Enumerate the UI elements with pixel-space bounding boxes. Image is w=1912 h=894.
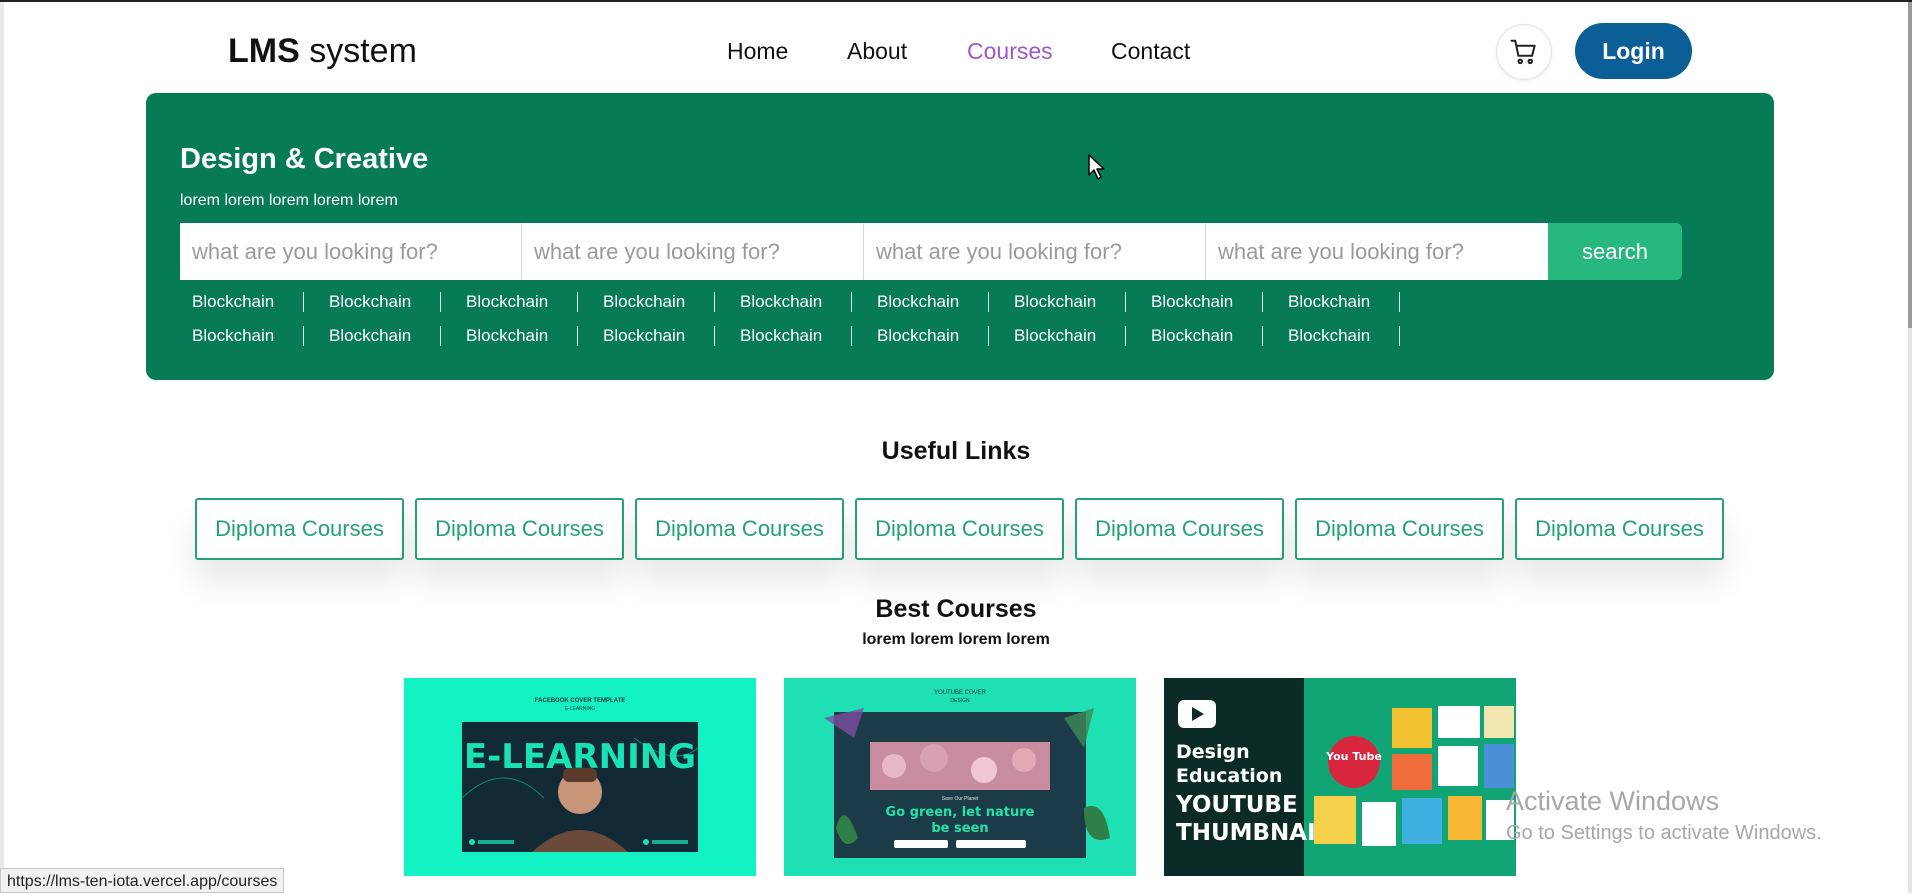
card2-tagline: Save Our Planet xyxy=(942,796,979,802)
nav-courses[interactable]: Courses xyxy=(967,38,1053,65)
diploma-courses-link[interactable]: Diploma Courses xyxy=(1075,498,1284,560)
tag-link[interactable]: Blockchain xyxy=(1002,324,1139,348)
tag-link[interactable]: Blockchain xyxy=(1002,290,1139,314)
tag-link[interactable]: Blockchain xyxy=(317,290,454,314)
card3-line-3: YOUTUBE xyxy=(1175,792,1298,818)
course-thumbnail-elearning: FACEBOOK COVER TEMPLATE E-LEARNING E-LEA… xyxy=(461,698,699,852)
course-thumbnail-youtube: Design Education YOUTUBE THUMBNAIL You T… xyxy=(1164,678,1516,876)
tag-link[interactable]: Blockchain xyxy=(728,324,865,348)
best-courses-title: Best Courses xyxy=(875,595,1037,623)
search-input-4[interactable] xyxy=(1206,223,1548,280)
diploma-courses-link[interactable]: Diploma Courses xyxy=(1515,498,1724,560)
tag-row-1: Blockchain Blockchain Blockchain Blockch… xyxy=(180,290,1413,314)
site-logo[interactable]: LMS system xyxy=(228,32,417,71)
card3-line-2: Education xyxy=(1176,765,1282,787)
activate-windows-subtitle: Go to Settings to activate Windows. xyxy=(1506,822,1822,844)
tag-link[interactable]: Blockchain xyxy=(865,290,1002,314)
tag-link[interactable]: Blockchain xyxy=(454,290,591,314)
tag-link[interactable]: Blockchain xyxy=(591,324,728,348)
nav-contact[interactable]: Contact xyxy=(1111,38,1190,65)
tag-link[interactable]: Blockchain xyxy=(865,324,1002,348)
window-top-border xyxy=(0,0,1912,2)
diploma-courses-link[interactable]: Diploma Courses xyxy=(415,498,624,560)
search-button[interactable]: search xyxy=(1548,223,1682,280)
card2-headline-1: Go green, let nature xyxy=(886,805,1035,820)
cart-icon xyxy=(1510,39,1536,65)
status-url-bar: https://lms-ten-iota.vercel.app/courses xyxy=(0,868,285,893)
diploma-courses-link[interactable]: Diploma Courses xyxy=(635,498,844,560)
activate-windows-title: Activate Windows xyxy=(1506,786,1720,816)
tag-link[interactable]: Blockchain xyxy=(1276,290,1413,314)
card1-small-text-1: FACEBOOK COVER TEMPLATE xyxy=(535,698,626,704)
logo-text: system xyxy=(299,32,417,70)
tag-link[interactable]: Blockchain xyxy=(1139,290,1276,314)
card2-headline-2: be seen xyxy=(931,821,988,836)
logo-bold: LMS xyxy=(228,32,300,70)
tag-link[interactable]: Blockchain xyxy=(591,290,728,314)
card3-line-4: THUMBNAIL xyxy=(1176,820,1331,846)
tag-row-2: Blockchain Blockchain Blockchain Blockch… xyxy=(180,324,1413,348)
tag-link[interactable]: Blockchain xyxy=(180,324,317,348)
hero-subtitle: lorem lorem lorem lorem lorem xyxy=(180,192,398,209)
card3-badge: You Tube xyxy=(1325,750,1382,763)
tag-link[interactable]: Blockchain xyxy=(180,290,317,314)
hero-banner: Design & Creative lorem lorem lorem lore… xyxy=(146,93,1774,380)
search-input-1[interactable] xyxy=(180,223,522,280)
diploma-courses-link[interactable]: Diploma Courses xyxy=(855,498,1064,560)
diploma-courses-link[interactable]: Diploma Courses xyxy=(195,498,404,560)
course-card-elearning[interactable]: FACEBOOK COVER TEMPLATE E-LEARNING E-LEA… xyxy=(404,678,756,876)
mouse-cursor-icon xyxy=(1088,154,1105,180)
best-courses-subtitle: lorem lorem lorem lorem xyxy=(862,631,1050,648)
nav-about[interactable]: About xyxy=(847,38,907,65)
tag-link[interactable]: Blockchain xyxy=(317,324,454,348)
hero-title: Design & Creative xyxy=(180,143,429,175)
diploma-courses-link[interactable]: Diploma Courses xyxy=(1295,498,1504,560)
course-thumbnail-go-green: YOUTUBE COVER DESIGN Save Our Planet Go … xyxy=(824,690,1110,858)
search-input-2[interactable] xyxy=(522,223,864,280)
login-button[interactable]: Login xyxy=(1575,23,1692,79)
cart-button[interactable] xyxy=(1496,24,1552,80)
tag-link[interactable]: Blockchain xyxy=(1276,324,1413,348)
useful-links-title: Useful Links xyxy=(881,437,1031,465)
search-input-3[interactable] xyxy=(864,223,1206,280)
card1-small-text-2: E-LEARNING xyxy=(565,706,596,712)
card3-line-1: Design xyxy=(1176,741,1250,763)
useful-links-row: Diploma Courses Diploma Courses Diploma … xyxy=(195,498,1735,560)
tag-link[interactable]: Blockchain xyxy=(1139,324,1276,348)
card1-headline: E-LEARNING xyxy=(464,737,696,777)
card2-small-text-1: YOUTUBE COVER xyxy=(934,690,987,696)
tag-link[interactable]: Blockchain xyxy=(454,324,591,348)
card2-small-text-2: DESIGN xyxy=(950,698,970,704)
search-bar: search xyxy=(180,223,1682,280)
scrollbar-thumb[interactable] xyxy=(1908,2,1912,328)
tag-link[interactable]: Blockchain xyxy=(728,290,865,314)
course-card-go-green[interactable]: YOUTUBE COVER DESIGN Save Our Planet Go … xyxy=(784,678,1136,876)
course-card-youtube-thumbnail[interactable]: Design Education YOUTUBE THUMBNAIL You T… xyxy=(1164,678,1516,876)
nav-home[interactable]: Home xyxy=(727,38,788,65)
